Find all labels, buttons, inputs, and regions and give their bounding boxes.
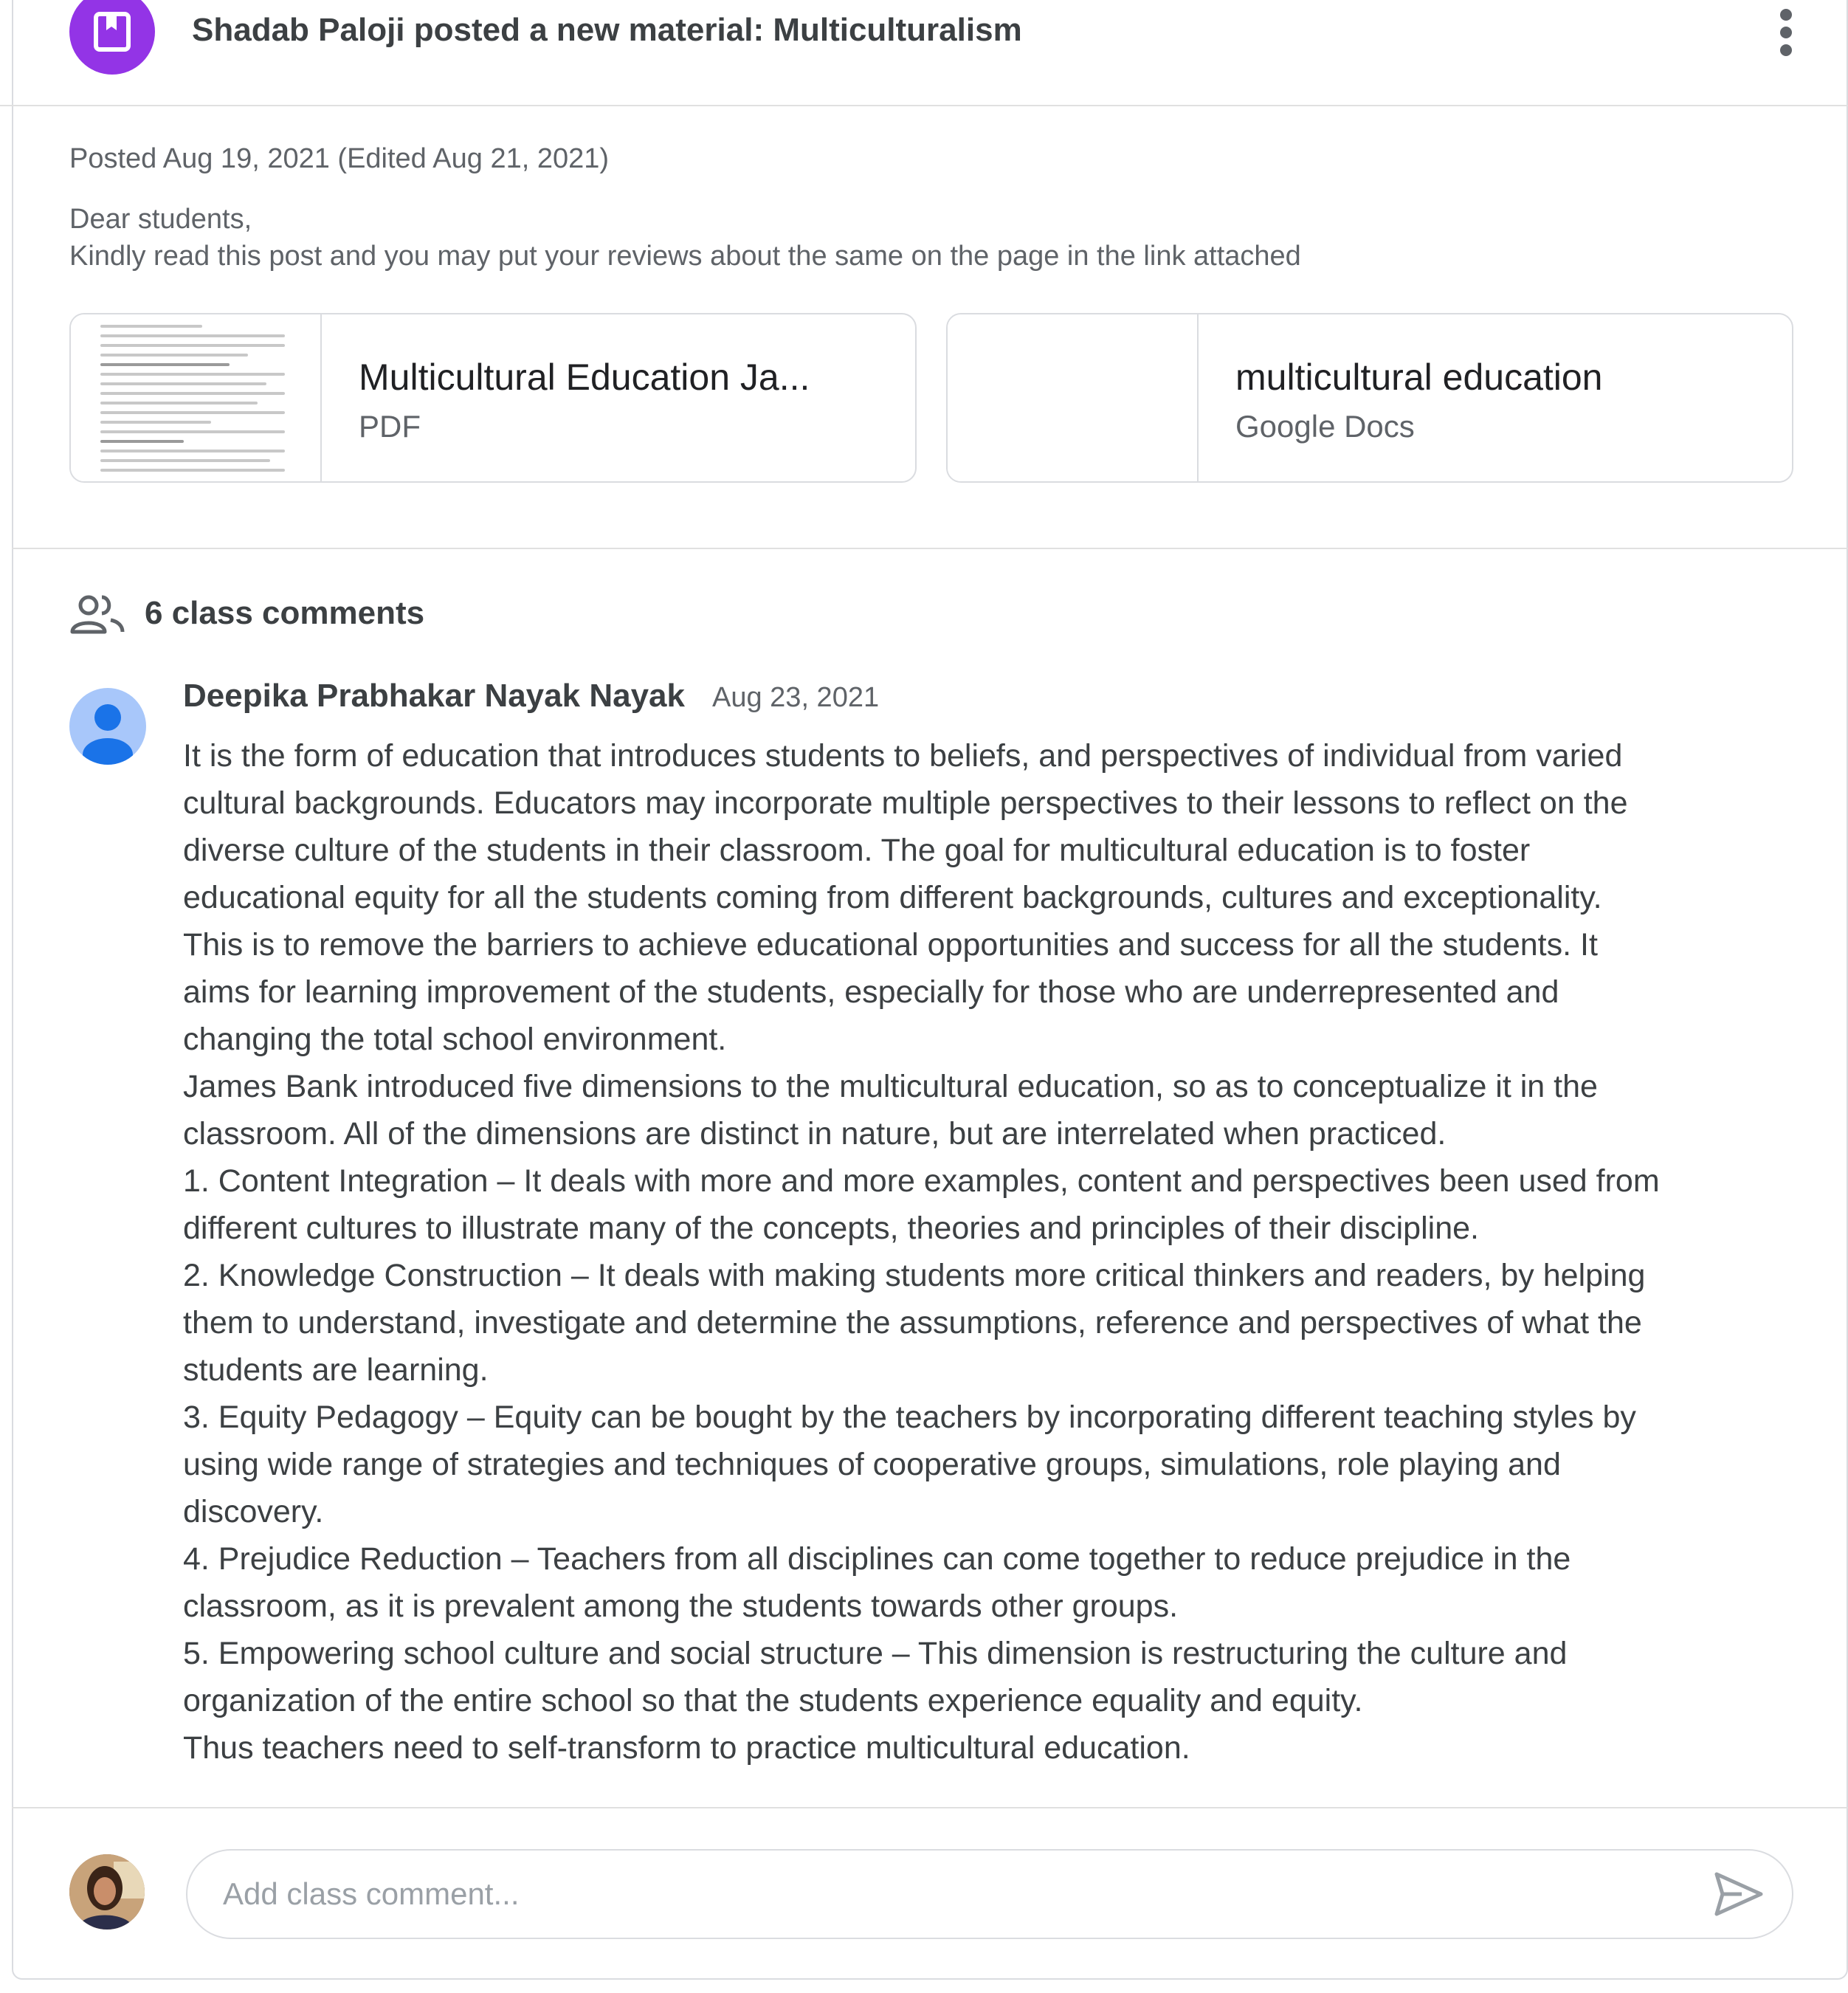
comment-line: 5. Empowering school culture and social …	[183, 1636, 1568, 1671]
comment-line: changing the total school environment.	[183, 1022, 727, 1057]
comment-line: them to understand, investigate and dete…	[183, 1305, 1642, 1340]
comment-line: educational equity for all the students …	[183, 880, 1602, 915]
attachment-pdf[interactable]: Multicultural Education Ja... PDF	[69, 313, 917, 483]
comment-author: Deepika Prabhakar Nayak Nayak	[183, 678, 685, 714]
attachment-title: Multicultural Education Ja...	[359, 357, 810, 398]
comment-line: James Bank introduced five dimensions to…	[183, 1069, 1598, 1104]
current-user-avatar	[69, 1854, 145, 1930]
comment-line: Thus teachers need to self-transform to …	[183, 1730, 1190, 1766]
attachment-type: Google Docs	[1235, 409, 1415, 444]
description-line: Dear students,	[69, 204, 252, 235]
comment-line: discovery.	[183, 1494, 324, 1529]
attachment-title: multicultural education	[1235, 357, 1603, 398]
comment-line: This is to remove the barriers to achiev…	[183, 927, 1598, 963]
comment-line: 1. Content Integration – It deals with m…	[183, 1163, 1660, 1199]
post-header: Shadab Paloji posted a new material: Mul…	[0, 0, 1848, 106]
comment-line: It is the form of education that introdu…	[183, 738, 1623, 774]
comment-date: Aug 23, 2021	[712, 682, 880, 713]
pdf-thumbnail	[71, 314, 322, 481]
comment-line: diverse culture of the students in their…	[183, 833, 1531, 868]
comment-line: aims for learning improvement of the stu…	[183, 974, 1559, 1010]
post-title[interactable]: Shadab Paloji posted a new material: Mul…	[192, 12, 1022, 49]
attachment-type: PDF	[359, 409, 421, 444]
comment-line: classroom. All of the dimensions are dis…	[183, 1116, 1447, 1152]
avatar	[69, 688, 146, 765]
add-comment-input[interactable]	[186, 1849, 1793, 1939]
send-icon[interactable]	[1712, 1870, 1765, 1918]
comment-line: using wide range of strategies and techn…	[183, 1447, 1561, 1482]
comment-line: 3. Equity Pedagogy – Equity can be bough…	[183, 1400, 1636, 1435]
posted-date: Posted Aug 19, 2021 (Edited Aug 21, 2021…	[69, 143, 610, 174]
section-divider	[12, 1807, 1848, 1808]
people-icon	[69, 593, 125, 638]
attachment-google-doc[interactable]: multicultural education Google Docs	[946, 313, 1793, 483]
description-line: Kindly read this post and you may put yo…	[69, 241, 1301, 272]
comment-line: classroom, as it is prevalent among the …	[183, 1588, 1179, 1624]
doc-thumbnail	[948, 314, 1199, 481]
more-options-icon[interactable]	[1771, 7, 1801, 59]
comment-line: cultural backgrounds. Educators may inco…	[183, 785, 1628, 821]
comment-line: students are learning.	[183, 1352, 489, 1388]
comment-line: different cultures to illustrate many of…	[183, 1211, 1479, 1246]
post-description: Dear students, Kindly read this post and…	[69, 201, 1301, 275]
comment-line: 2. Knowledge Construction – It deals wit…	[183, 1258, 1646, 1293]
material-book-icon	[69, 0, 155, 75]
comment-line: 4. Prejudice Reduction – Teachers from a…	[183, 1541, 1571, 1577]
comment-line: organization of the entire school so tha…	[183, 1683, 1363, 1718]
comment-text: It is the form of education that introdu…	[183, 732, 1777, 1772]
section-divider	[12, 548, 1848, 549]
class-comments-count: 6 class comments	[145, 595, 425, 631]
